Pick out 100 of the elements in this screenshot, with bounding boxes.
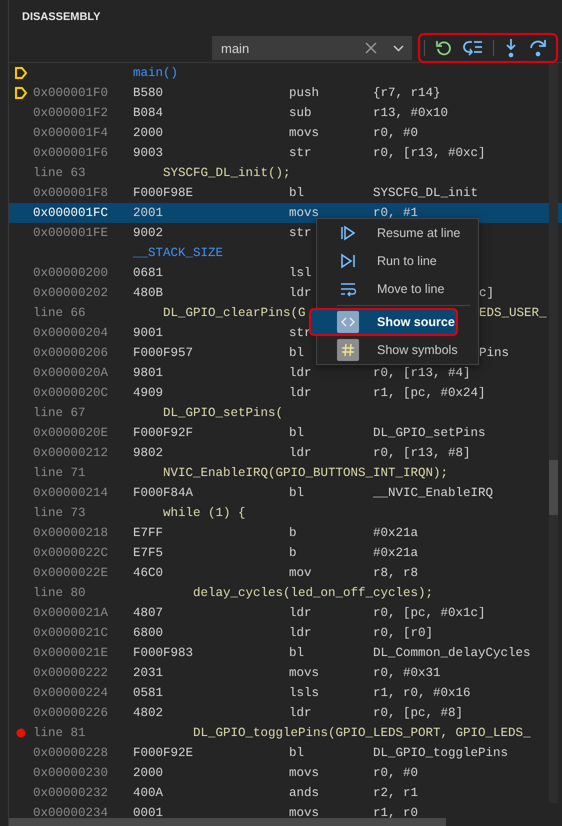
step-into-icon[interactable] [504, 38, 518, 58]
opcode-cell: 0681 [133, 266, 164, 280]
code-brackets-icon [337, 311, 359, 333]
mnemonic-cell: b [289, 526, 297, 540]
hash-icon [337, 339, 359, 361]
selected-row[interactable]: 0x000001FC 2001 movs r0, #1 [9, 203, 562, 223]
menu-label: Show source [377, 315, 455, 329]
operands-cell: Pins [479, 346, 510, 360]
breakpoint-icon[interactable] [16, 728, 26, 738]
operands-cell: DL_GPIO_setPins [373, 426, 486, 440]
opcode-cell: 4802 [133, 706, 164, 720]
operands-cell: r8, r8 [373, 566, 418, 580]
source-code: NVIC_EnableIRQ(GPIO_BUTTONS_INT_IRQN); [162, 466, 448, 480]
mnemonic-cell: bl [289, 746, 304, 760]
line-number: line 71 [33, 466, 86, 480]
mnemonic-cell: movs [289, 766, 320, 780]
panel-title: DISASSEMBLY [22, 11, 100, 23]
address-cell: 0x00000214 [33, 486, 108, 500]
address-cell: 0x000001F4 [33, 126, 108, 140]
mnemonic-cell: lsl [289, 266, 312, 280]
opcode-cell: 2001 [133, 206, 164, 220]
mnemonic-cell: ldr [289, 386, 312, 400]
address-cell: 0x000001F6 [33, 146, 108, 160]
operands-cell: r0, [r13, #4] [373, 366, 471, 380]
mnemonic-cell: movs [289, 806, 320, 820]
symbol-label: main() [133, 66, 178, 80]
opcode-cell: F000F98E [133, 186, 194, 200]
menu-label: Resume at line [377, 226, 460, 240]
menu-item[interactable]: Move to line [317, 275, 478, 303]
operands-cell: r2, r1 [373, 786, 418, 800]
operands-cell: r13, #0x10 [373, 106, 448, 120]
search-field[interactable]: main [212, 36, 412, 60]
source-code: EDS_USER_ [479, 306, 547, 320]
mnemonic-cell: bl [289, 646, 304, 660]
operands-cell: r0, #0x31 [373, 666, 441, 680]
operands-cell: #0x21a [373, 526, 418, 540]
operands-cell: __NVIC_EnableIRQ [373, 486, 494, 500]
mnemonic-cell: b [289, 546, 297, 560]
operands-cell: r0, [r13, #0xc] [373, 146, 486, 160]
mnemonic-cell: bl [289, 186, 304, 200]
address-cell: 0x0000021E [33, 646, 108, 660]
line-number: line 73 [33, 506, 86, 520]
address-cell: 0x00000218 [33, 526, 108, 540]
opcode-cell: 9802 [133, 446, 164, 460]
mnemonic-cell: ands [289, 786, 320, 800]
address-cell: 0x00000228 [33, 746, 108, 760]
opcode-cell: 2000 [133, 766, 164, 780]
opcode-cell: B580 [133, 86, 164, 100]
mnemonic-cell: ldr [289, 366, 312, 380]
mnemonic-cell: movs [289, 126, 320, 140]
menu-label: Move to line [377, 282, 444, 296]
menu-item[interactable]: Show source [309, 308, 458, 336]
opcode-cell: F000F84A [133, 486, 194, 500]
horizontal-scrollbar[interactable] [9, 818, 446, 826]
operands-cell: r1, [pc, #0x24] [373, 386, 486, 400]
opcode-cell: 46C0 [133, 566, 164, 580]
mnemonic-cell: ldr [289, 626, 312, 640]
address-cell: 0x000001FC [33, 206, 108, 220]
step-over-icon[interactable] [528, 38, 548, 58]
return-list-icon[interactable] [463, 39, 483, 57]
line-number: line 66 [33, 306, 86, 320]
mnemonic-cell: sub [289, 106, 312, 120]
menu-label: Show symbols [377, 343, 458, 357]
mnemonic-cell: push [289, 86, 320, 100]
address-cell: 0x0000020A [33, 366, 108, 380]
opcode-cell: F000F983 [133, 646, 194, 660]
operands-cell: r0, #0 [373, 126, 418, 140]
address-cell: 0x000001FE [33, 226, 108, 240]
operands-cell: #0x21a [373, 546, 418, 560]
clear-icon[interactable] [365, 42, 377, 54]
chevron-down-icon[interactable] [393, 44, 404, 52]
line-number: line 67 [33, 406, 86, 420]
mnemonic-cell: ldr [289, 446, 312, 460]
menu-item[interactable]: Run to line [317, 247, 478, 275]
operands-cell: r1, r0, #0x16 [373, 686, 471, 700]
line-number: line 63 [33, 166, 86, 180]
opcode-cell: E7FF [133, 526, 164, 540]
menu-item[interactable]: Show symbols [317, 336, 478, 364]
operands-cell: r0, [pc, #0x1c] [373, 606, 486, 620]
address-cell: 0x00000232 [33, 786, 108, 800]
address-cell: 0x00000230 [33, 766, 108, 780]
refresh-icon[interactable] [435, 39, 453, 57]
opcode-cell: 9001 [133, 326, 164, 340]
operands-cell: {r7, r14} [373, 86, 441, 100]
address-cell: 0x00000200 [33, 266, 108, 280]
symbol-label: __STACK_SIZE [133, 246, 224, 260]
opcode-cell: F000F92E [133, 746, 194, 760]
mnemonic-cell: bl [289, 346, 304, 360]
address-cell: 0x0000020C [33, 386, 108, 400]
opcode-cell: 4909 [133, 386, 164, 400]
mnemonic-cell: movs [289, 206, 320, 220]
operands-cell: r0, [r13, #8] [373, 446, 471, 460]
operands-cell: r0, [r0] [373, 626, 434, 640]
address-cell: 0x0000021C [33, 626, 108, 640]
opcode-cell: 4807 [133, 606, 164, 620]
opcode-cell: 400A [133, 786, 164, 800]
address-cell: 0x00000206 [33, 346, 108, 360]
operands-cell: r0, #0 [373, 766, 418, 780]
address-cell: 0x00000202 [33, 286, 108, 300]
scrollbar-thumb[interactable] [549, 460, 558, 515]
